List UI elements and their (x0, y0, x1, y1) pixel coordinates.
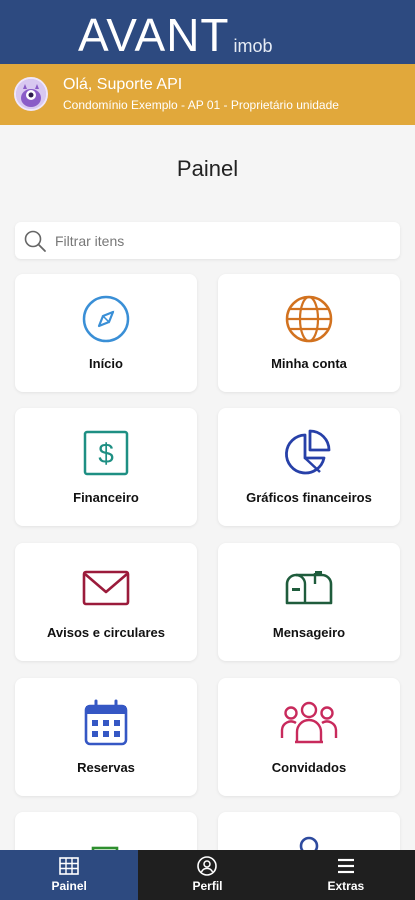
envelope-icon (82, 570, 130, 606)
page-title: Painel (176, 156, 239, 181)
search-input[interactable] (55, 222, 395, 259)
card-label: Convidados (271, 760, 347, 775)
card-label: Gráficos financeiros (246, 490, 372, 505)
svg-text:$: $ (98, 438, 114, 469)
avatar[interactable] (14, 77, 48, 111)
card-inicio[interactable]: Início (15, 274, 197, 392)
card-convidados[interactable]: Convidados (218, 678, 400, 796)
nav-perfil[interactable]: Perfil (138, 850, 276, 900)
profile-icon (197, 856, 218, 876)
card-graficos-financeiros[interactable]: Gráficos financeiros (218, 408, 400, 526)
search-icon (24, 230, 46, 252)
nav-painel[interactable]: Painel (0, 850, 139, 900)
grid-icon (59, 857, 79, 875)
card-minha-conta[interactable]: Minha conta (218, 274, 400, 392)
logo-wordmark: AVANT (78, 9, 230, 61)
bottom-navigation: Painel Perfil Extras (0, 850, 415, 900)
search-bar (15, 222, 400, 259)
user-greeting: Olá, Suporte API (63, 76, 183, 93)
nav-label: Perfil (192, 879, 223, 893)
card-label: Mensageiro (272, 625, 346, 640)
dollar-icon: $ (83, 430, 129, 476)
card-mensageiro[interactable]: Mensageiro (218, 543, 400, 661)
menu-icon (337, 858, 354, 874)
card-label: Reservas (77, 760, 135, 775)
compass-icon (82, 295, 130, 343)
users-icon (280, 701, 338, 744)
user-unit-details: Condomínio Exemplo - AP 01 - Proprietári… (63, 98, 339, 112)
app-header: AVANT imob (0, 0, 415, 64)
pie-chart-icon (285, 429, 331, 475)
nav-label: Painel (51, 879, 87, 893)
mailbox-icon (285, 571, 333, 605)
card-reservas[interactable]: Reservas (15, 678, 197, 796)
nav-extras[interactable]: Extras (277, 850, 415, 900)
card-label: Minha conta (271, 356, 347, 371)
card-financeiro[interactable]: $ Financeiro (15, 408, 197, 526)
logo-subtitle: imob (233, 36, 273, 56)
card-label: Financeiro (73, 490, 139, 505)
nav-label: Extras (327, 879, 365, 893)
calendar-icon (84, 699, 128, 746)
brand-logo: AVANT imob (78, 6, 273, 58)
card-label: Início (89, 356, 123, 371)
card-label: Avisos e circulares (46, 625, 166, 640)
globe-icon (285, 295, 333, 343)
card-avisos-circulares[interactable]: Avisos e circulares (15, 543, 197, 661)
avatar-monster-icon (16, 79, 46, 109)
